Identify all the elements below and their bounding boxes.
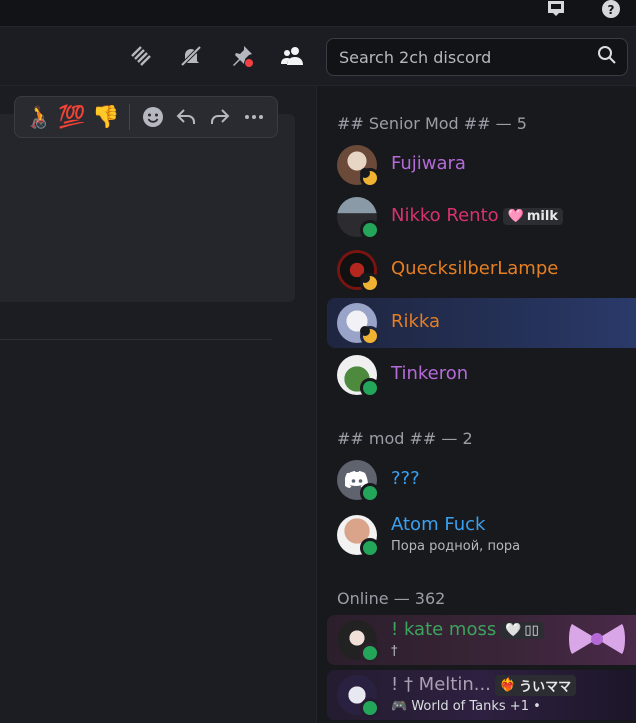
member-name: Atom Fuck — [391, 514, 486, 535]
more-icon[interactable] — [237, 100, 271, 134]
member-name: Nikko Rento — [391, 205, 499, 226]
status-online-icon — [360, 378, 380, 398]
member-name: QuecksilberLampe — [391, 258, 559, 279]
member-question-marks[interactable]: ??? — [327, 455, 636, 505]
member-name: ! † Мeltin... — [391, 674, 491, 695]
notifications-muted-icon[interactable] — [178, 43, 204, 69]
search-input[interactable] — [337, 46, 597, 68]
badge-emoji: ❤️‍🔥 — [499, 677, 517, 693]
actions-separator — [128, 104, 130, 130]
search-icon[interactable] — [597, 45, 617, 69]
status-online-icon — [360, 220, 380, 240]
add-reaction-icon[interactable] — [136, 100, 170, 134]
message-divider — [0, 339, 272, 340]
section-header-online: Online — 362 — [337, 589, 446, 608]
member-melting[interactable]: ! † Мeltin... ❤️‍🔥 ういママ 🎮 World of Tanks +… — [327, 670, 636, 720]
member-rikka[interactable]: Rikka — [327, 298, 636, 348]
custom-status: Пора родной, пора — [391, 539, 521, 554]
member-quecksilberlampe[interactable]: QuecksilberLampe — [327, 245, 636, 295]
status-online-icon — [360, 483, 380, 503]
member-nikko-rento[interactable]: Nikko Rento 🩷 milk — [327, 192, 636, 242]
member-fujiwara[interactable]: Fujiwara — [327, 140, 636, 190]
badge-text: milk — [526, 208, 558, 224]
avatar — [337, 355, 380, 398]
reaction-emoji-hundred[interactable]: 💯 — [55, 100, 89, 134]
member-name: Rikka — [391, 311, 441, 332]
title-bar: ? — [0, 0, 636, 27]
member-list-icon[interactable] — [279, 43, 305, 69]
badge-emoji: 🩷 — [507, 208, 524, 224]
role-badge: 🩷 milk — [502, 207, 563, 225]
badge-text: ういママ — [519, 679, 572, 695]
activity-text: World of Tanks +1 • — [411, 699, 541, 714]
avatar — [337, 460, 380, 503]
role-badge: ❤️‍🔥 ういママ — [494, 674, 577, 696]
status-online-icon — [360, 643, 380, 663]
member-name: ??? — [391, 468, 420, 489]
section-header-senior-mod: ## Senior Mod ## — 5 — [337, 114, 527, 133]
status-idle-icon — [360, 326, 380, 346]
reply-icon[interactable] — [169, 100, 203, 134]
member-name-row: ! kate moss 🤍 ▯▯ — [391, 619, 544, 640]
member-atom-fuck[interactable]: Atom Fuck Пора родной, пора — [327, 510, 636, 560]
member-name: ! kate moss — [391, 619, 497, 640]
member-name-row: Nikko Rento 🩷 milk — [391, 205, 563, 226]
pinned-icon[interactable] — [229, 43, 255, 69]
member-name-row: ! † Мeltin... ❤️‍🔥 ういママ — [391, 674, 577, 696]
role-badge: 🤍 ▯▯ — [500, 621, 544, 639]
forward-icon[interactable] — [203, 100, 237, 134]
status-online-icon — [360, 538, 380, 558]
badge-emoji: 🤍 — [505, 622, 522, 638]
member-kate-moss[interactable]: ! kate moss 🤍 ▯▯ † — [327, 615, 636, 665]
avatar — [337, 515, 380, 558]
chat-area — [0, 86, 316, 723]
status-idle-icon — [360, 168, 380, 188]
section-header-mod: ## mod ## — 2 — [337, 429, 473, 448]
inbox-icon[interactable] — [545, 0, 567, 20]
member-name: Tinkeron — [391, 363, 469, 384]
avatar — [337, 250, 380, 293]
threads-icon[interactable] — [128, 43, 154, 69]
avatar — [337, 675, 380, 718]
status-idle-icon — [360, 273, 380, 293]
activity-status: 🎮 World of Tanks +1 • — [391, 699, 541, 714]
badge-text: ▯▯ — [524, 622, 539, 638]
message-container — [0, 114, 295, 302]
bow-decoration-icon — [569, 624, 625, 654]
avatar — [337, 303, 380, 346]
message-actions-bar: 🧑‍🦽 💯 👎 — [14, 96, 278, 138]
search-bar[interactable] — [326, 38, 628, 76]
status-online-icon — [360, 698, 380, 718]
avatar — [337, 197, 380, 240]
reaction-emoji-thumbs-down[interactable]: 👎 — [89, 100, 123, 134]
custom-status: † — [391, 644, 398, 659]
avatar — [337, 620, 380, 663]
game-controller-icon: 🎮 — [391, 699, 408, 714]
member-tinkeron[interactable]: Tinkeron — [327, 350, 636, 400]
reaction-emoji-wheelchair[interactable]: 🧑‍🦽 — [21, 100, 55, 134]
avatar — [337, 145, 380, 188]
help-icon[interactable]: ? — [600, 0, 622, 20]
member-list: ## Senior Mod ## — 5 Fujiwara Nikko Rent… — [316, 86, 636, 723]
svg-text:?: ? — [608, 3, 615, 17]
member-name: Fujiwara — [391, 153, 466, 174]
